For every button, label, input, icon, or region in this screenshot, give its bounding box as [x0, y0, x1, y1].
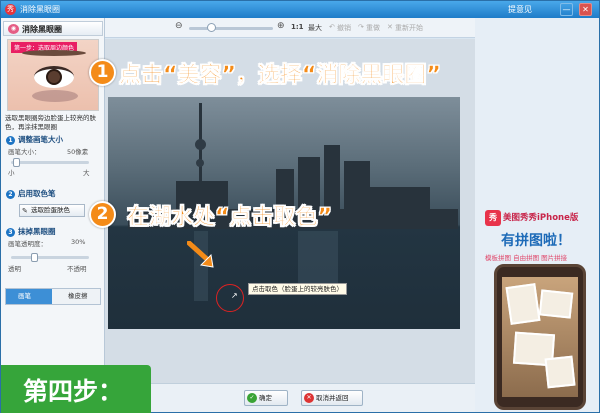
- step1-title: 调整画笔大小: [18, 135, 63, 144]
- pen-tool-button[interactable]: 画笔: [6, 289, 52, 304]
- zoom-max-button[interactable]: 最大: [308, 23, 322, 33]
- step3-heading: 3 抹掉黑眼圈: [6, 226, 56, 237]
- annotation-two-badge: 2: [89, 201, 116, 228]
- eraser-tool-label: 橡皮擦: [68, 292, 88, 300]
- brush-size-label: 画笔大小：: [8, 148, 41, 156]
- eyebrow-shape: [22, 50, 86, 56]
- cancel-button[interactable]: ✕ 取消并返回: [301, 390, 363, 406]
- opacity-max: 不透明: [67, 265, 87, 273]
- opacity-slider[interactable]: [11, 256, 89, 259]
- check-icon: ✓: [247, 393, 257, 403]
- brush-size-thumb[interactable]: [13, 158, 20, 167]
- step2-title: 启用取色笔: [18, 189, 56, 198]
- app-logo-icon: 秀: [5, 4, 16, 15]
- brush-size-slider[interactable]: [11, 161, 89, 164]
- step2-number: 2: [6, 190, 15, 199]
- annotation-one-badge: 1: [89, 59, 116, 86]
- window-title: 消除黑眼圈: [20, 5, 60, 14]
- brush-size-value: 50像素: [67, 148, 89, 156]
- zoom-slider-knob[interactable]: [207, 23, 216, 32]
- opacity-thumb[interactable]: [31, 253, 38, 262]
- tower-sphere-shape: [195, 139, 206, 150]
- sidebar-header: ◉ 消除黑眼圈: [3, 21, 103, 36]
- opacity-min: 透明: [8, 265, 21, 273]
- ad-app-name: 美图秀秀iPhone版: [503, 213, 579, 223]
- canvas-toolbar: ⊖ ⊕ 1:1 最大 ↶ 撤销 ↷ 重做 ✕ 重新开始: [105, 18, 475, 38]
- reset-button[interactable]: 重新开始: [395, 23, 423, 33]
- annotation-two-text: 在湖水处“点击取色”: [127, 205, 332, 231]
- ad-panel[interactable]: 秀 美图秀秀iPhone版 有拼图啦！ 模板拼图 自由拼图 图片拼接: [475, 18, 599, 412]
- confirm-label: 确定: [259, 394, 272, 402]
- annotation-one-text: 点击“美容”，选择“消除黑眼圈”: [119, 63, 441, 89]
- tower-sphere-small-shape: [196, 159, 204, 167]
- pen-tool-label: 画笔: [18, 292, 31, 300]
- eraser-tool-button[interactable]: 橡皮擦: [56, 289, 100, 304]
- step2-heading: 2 启用取色笔: [6, 188, 56, 199]
- bottom-bar: ✓ 确定 ✕ 取消并返回: [105, 383, 475, 412]
- pick-point-marker: [216, 284, 244, 312]
- tool-description: 选取黑眼圈旁边脸蛋上较亮的肤色，再涂抹黑眼圈: [5, 114, 96, 131]
- color-pick-tooltip: 点击取色（脸蛋上的较亮肤色）: [248, 283, 347, 295]
- ad-headline: 有拼图啦！: [501, 233, 571, 249]
- zoom-actual-button[interactable]: 1:1: [291, 23, 304, 31]
- eyedropper-icon: ✎: [22, 207, 28, 215]
- iris-shape: [46, 69, 62, 85]
- cancel-icon: ✕: [304, 393, 314, 403]
- example-eye-image: 第一步：选取周边颜色: [7, 39, 99, 111]
- feedback-link[interactable]: 提意见: [508, 4, 532, 15]
- zoom-in-icon[interactable]: ⊕: [277, 21, 285, 31]
- step-four-banner: 第四步：: [1, 365, 151, 413]
- undo-button[interactable]: 撤销: [337, 23, 351, 33]
- step-four-label: 第四步：: [23, 377, 124, 406]
- reflection-shape: [298, 231, 338, 291]
- ad-phone-screen: [502, 277, 578, 397]
- ad-app-logo-icon: 秀: [485, 210, 501, 226]
- pick-skin-color-label: 选取脸蛋肤色: [31, 206, 70, 214]
- close-button[interactable]: ✕: [579, 3, 592, 16]
- brush-size-min: 小: [8, 169, 15, 177]
- pointer-arrow-icon: [187, 241, 214, 268]
- collage-photo: [544, 355, 576, 389]
- title-bar: 秀 消除黑眼圈 提意见 — ✕: [1, 1, 599, 18]
- redo-icon[interactable]: ↷: [358, 23, 364, 31]
- pick-skin-color-button[interactable]: ✎ 选取脸蛋肤色: [19, 204, 85, 217]
- eyedropper-cursor-icon: ↗: [231, 291, 238, 300]
- step1-number: 1: [6, 136, 15, 145]
- redo-button[interactable]: 重做: [366, 23, 380, 33]
- step3-title: 抹掉黑眼圈: [18, 227, 56, 236]
- opacity-value: 30%: [71, 238, 86, 246]
- sidebar-title: 消除黑眼圈: [22, 25, 62, 34]
- zoom-out-icon[interactable]: ⊖: [175, 21, 183, 31]
- confirm-button[interactable]: ✓ 确定: [244, 390, 288, 406]
- tool-switch: 画笔 橡皮擦: [5, 288, 101, 305]
- ad-features: 模板拼图 自由拼图 图片拼接: [485, 254, 568, 262]
- app-window: 秀 消除黑眼圈 提意见 — ✕ ⊖ ⊕ 1:1 最大 ↶ 撤销 ↷ 重做 ✕ 重…: [0, 0, 600, 413]
- ad-phone-image: [494, 264, 586, 410]
- brush-size-max: 大: [83, 169, 90, 177]
- cancel-label: 取消并返回: [316, 394, 349, 402]
- undo-icon[interactable]: ↶: [329, 23, 335, 31]
- opacity-label: 画笔透明度：: [8, 240, 47, 248]
- zoom-slider[interactable]: [189, 27, 273, 30]
- step1-heading: 1 调整画笔大小: [6, 134, 63, 145]
- reset-icon[interactable]: ✕: [387, 23, 393, 31]
- collage-photo: [538, 289, 574, 319]
- minimize-button[interactable]: —: [560, 3, 573, 16]
- collage-photo: [505, 283, 541, 325]
- eye-tool-icon: ◉: [8, 24, 19, 34]
- step3-number: 3: [6, 228, 15, 237]
- dark-circle-shape: [32, 90, 78, 102]
